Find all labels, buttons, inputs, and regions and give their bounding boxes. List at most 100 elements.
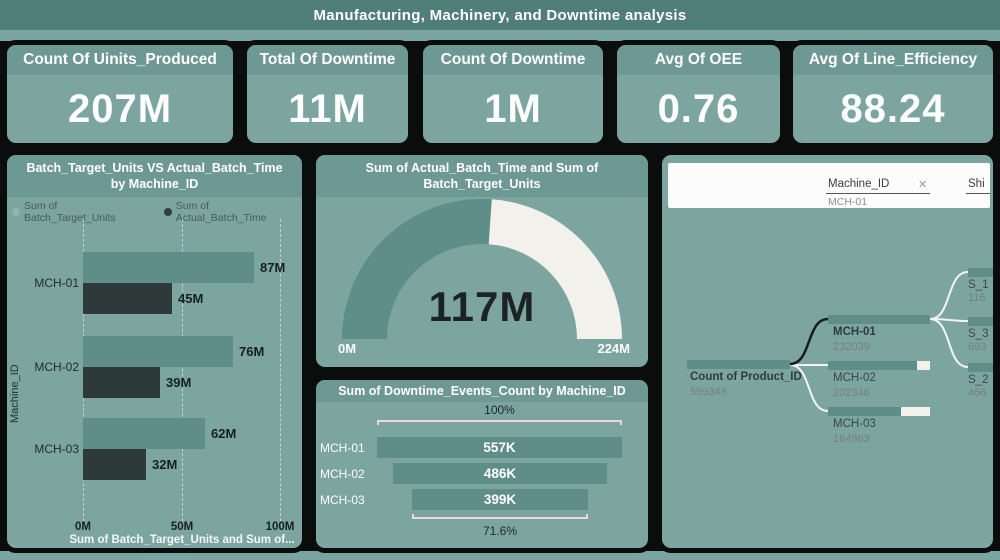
tree-node-s2-bar[interactable]: [968, 363, 993, 372]
tree-node-value: 693: [968, 341, 987, 353]
tree-node-value: 232039: [833, 341, 870, 353]
category-label: MCH-01: [34, 276, 79, 290]
bar-value-label: 62M: [211, 426, 237, 441]
kpi-value: 0.76: [657, 86, 740, 131]
decomposition-tree-panel[interactable]: Machine_ID ✕ MCH-01 Shi Count of Product…: [657, 150, 998, 553]
kpi-label: Total Of Downtime: [247, 45, 408, 75]
tree-node-label: MCH-01: [833, 326, 876, 338]
bar-value-label: 32M: [152, 457, 178, 472]
legend-label: Sum of Actual_Batch_Time: [175, 200, 267, 224]
funnel-category: MCH-02: [320, 467, 365, 481]
tree-bar-fill: [828, 315, 930, 324]
funnel-bar-mch03[interactable]: 399K: [412, 489, 588, 510]
funnel-bar-mch01[interactable]: 557K: [377, 437, 622, 458]
tree-node-label: MCH-02: [833, 372, 876, 384]
x-tick: 50M: [170, 521, 194, 533]
bar-chart-legend: Sum of Batch_Target_Units Sum of Actual_…: [12, 200, 302, 224]
bar-row: 39M: [83, 367, 191, 398]
funnel-category: MCH-03: [320, 493, 365, 507]
y-axis-title: Machine_ID: [9, 364, 21, 423]
tree-node-label: S_1: [968, 279, 989, 291]
bar-value-label: 87M: [260, 260, 286, 275]
tree-node-value: 599348: [690, 386, 727, 398]
connector-mch01-s2: [929, 318, 969, 368]
tree-breadcrumb-bar: Machine_ID ✕ MCH-01 Shi: [668, 163, 990, 208]
category-label: MCH-03: [34, 442, 79, 456]
bar-value-label: 45M: [178, 291, 204, 306]
tree-node-label: MCH-03: [833, 418, 876, 430]
tree-node-value: 202346: [833, 387, 870, 399]
legend-item-actual[interactable]: Sum of Actual_Batch_Time: [163, 200, 302, 224]
bar-value-label: 76M: [239, 344, 265, 359]
title-bar: Manufacturing, Machinery, and Downtime a…: [0, 0, 1000, 30]
gauge-max-label: 224M: [597, 341, 630, 356]
tree-node-root-bar[interactable]: [687, 360, 790, 369]
field-machine-id[interactable]: Machine_ID: [828, 178, 889, 190]
kpi-label: Count Of Uinits_Produced: [7, 45, 233, 75]
gauge-value: 117M: [428, 283, 536, 330]
bar-chart-panel[interactable]: Batch_Target_Units VS Actual_Batch_Time …: [2, 150, 307, 553]
gauge-panel[interactable]: Sum of Actual_Batch_Time and Sum of Batc…: [311, 150, 653, 372]
kpi-label: Count Of Downtime: [423, 45, 603, 75]
bar-mch01-target[interactable]: [83, 252, 254, 283]
funnel-bar-mch02[interactable]: 486K: [393, 463, 607, 484]
tree-node-mch01-bar[interactable]: [828, 315, 930, 324]
kpi-label: Avg Of Line_Efficiency: [793, 45, 993, 75]
tree-node-value: 116: [968, 292, 986, 304]
funnel-value: 486K: [483, 466, 517, 481]
bar-value-label: 39M: [166, 375, 192, 390]
connector-root-mch01-selected: [789, 317, 829, 366]
bar-mch02-actual[interactable]: [83, 367, 160, 398]
bar-row: 32M: [83, 449, 177, 480]
field-shift[interactable]: Shi: [968, 178, 985, 190]
kpi-card-avg-oee[interactable]: Avg Of OEE 0.76: [612, 40, 785, 148]
bar-mch02-target[interactable]: [83, 336, 233, 367]
tree-bar-fill: [828, 407, 901, 416]
tree-node-s1-bar[interactable]: [968, 268, 993, 277]
gauge-title: Sum of Actual_Batch_Time and Sum of Batc…: [316, 155, 648, 197]
kpi-card-line-efficiency[interactable]: Avg Of Line_Efficiency 88.24: [788, 40, 998, 148]
funnel-panel[interactable]: Sum of Downtime_Events_Count by Machine_…: [311, 375, 653, 553]
field-underline: [966, 193, 990, 194]
tree-node-mch03-bar[interactable]: [828, 407, 930, 416]
connector-mch01-s1: [929, 271, 969, 320]
kpi-card-count-downtime[interactable]: Count Of Downtime 1M: [418, 40, 608, 148]
tree-bar-fill: [828, 361, 917, 370]
close-icon[interactable]: ✕: [918, 178, 927, 191]
funnel-top-bracket: [377, 420, 622, 425]
bar-mch03-target[interactable]: [83, 418, 205, 449]
bar-row: 45M: [83, 283, 203, 314]
kpi-value: 11M: [288, 86, 367, 131]
x-axis-title: Sum of Batch_Target_Units and Sum of...: [69, 534, 295, 546]
funnel-title: Sum of Downtime_Events_Count by Machine_…: [316, 380, 648, 402]
funnel-value: 557K: [483, 440, 516, 455]
tree-node-label: S_3: [968, 328, 989, 340]
kpi-card-units-produced[interactable]: Count Of Uinits_Produced 207M: [2, 40, 238, 148]
kpi-value: 1M: [484, 86, 542, 131]
tree-node-mch02-bar[interactable]: [828, 361, 930, 370]
legend-item-target[interactable]: Sum of Batch_Target_Units: [12, 200, 152, 224]
funnel-bottom-bracket: [412, 514, 588, 519]
tree-node-value: 466: [968, 387, 987, 399]
kpi-value: 88.24: [840, 86, 946, 131]
kpi-card-total-downtime[interactable]: Total Of Downtime 11M: [242, 40, 413, 148]
tree-node-s3-bar[interactable]: [968, 317, 993, 326]
gauge-min-label: 0M: [338, 341, 357, 356]
bar-row: 76M: [83, 336, 264, 367]
page-title: Manufacturing, Machinery, and Downtime a…: [313, 6, 687, 24]
legend-label: Sum of Batch_Target_Units: [24, 200, 116, 224]
dashboard: Manufacturing, Machinery, and Downtime a…: [0, 0, 1000, 560]
tree-connectors: [789, 271, 969, 412]
tree-node-label: S_2: [968, 374, 989, 386]
field-selected-value: MCH-01: [828, 196, 868, 208]
bar-row: 62M: [83, 418, 236, 449]
kpi-label: Avg Of OEE: [617, 45, 780, 75]
field-underline: [826, 193, 930, 194]
legend-dot-icon: [12, 208, 20, 216]
kpi-value: 207M: [67, 86, 173, 131]
funnel-category: MCH-01: [320, 441, 365, 455]
funnel-value: 399K: [483, 492, 517, 507]
bar-mch01-actual[interactable]: [83, 283, 172, 314]
bar-mch03-actual[interactable]: [83, 449, 146, 480]
tree-node-value: 164963: [833, 433, 870, 445]
